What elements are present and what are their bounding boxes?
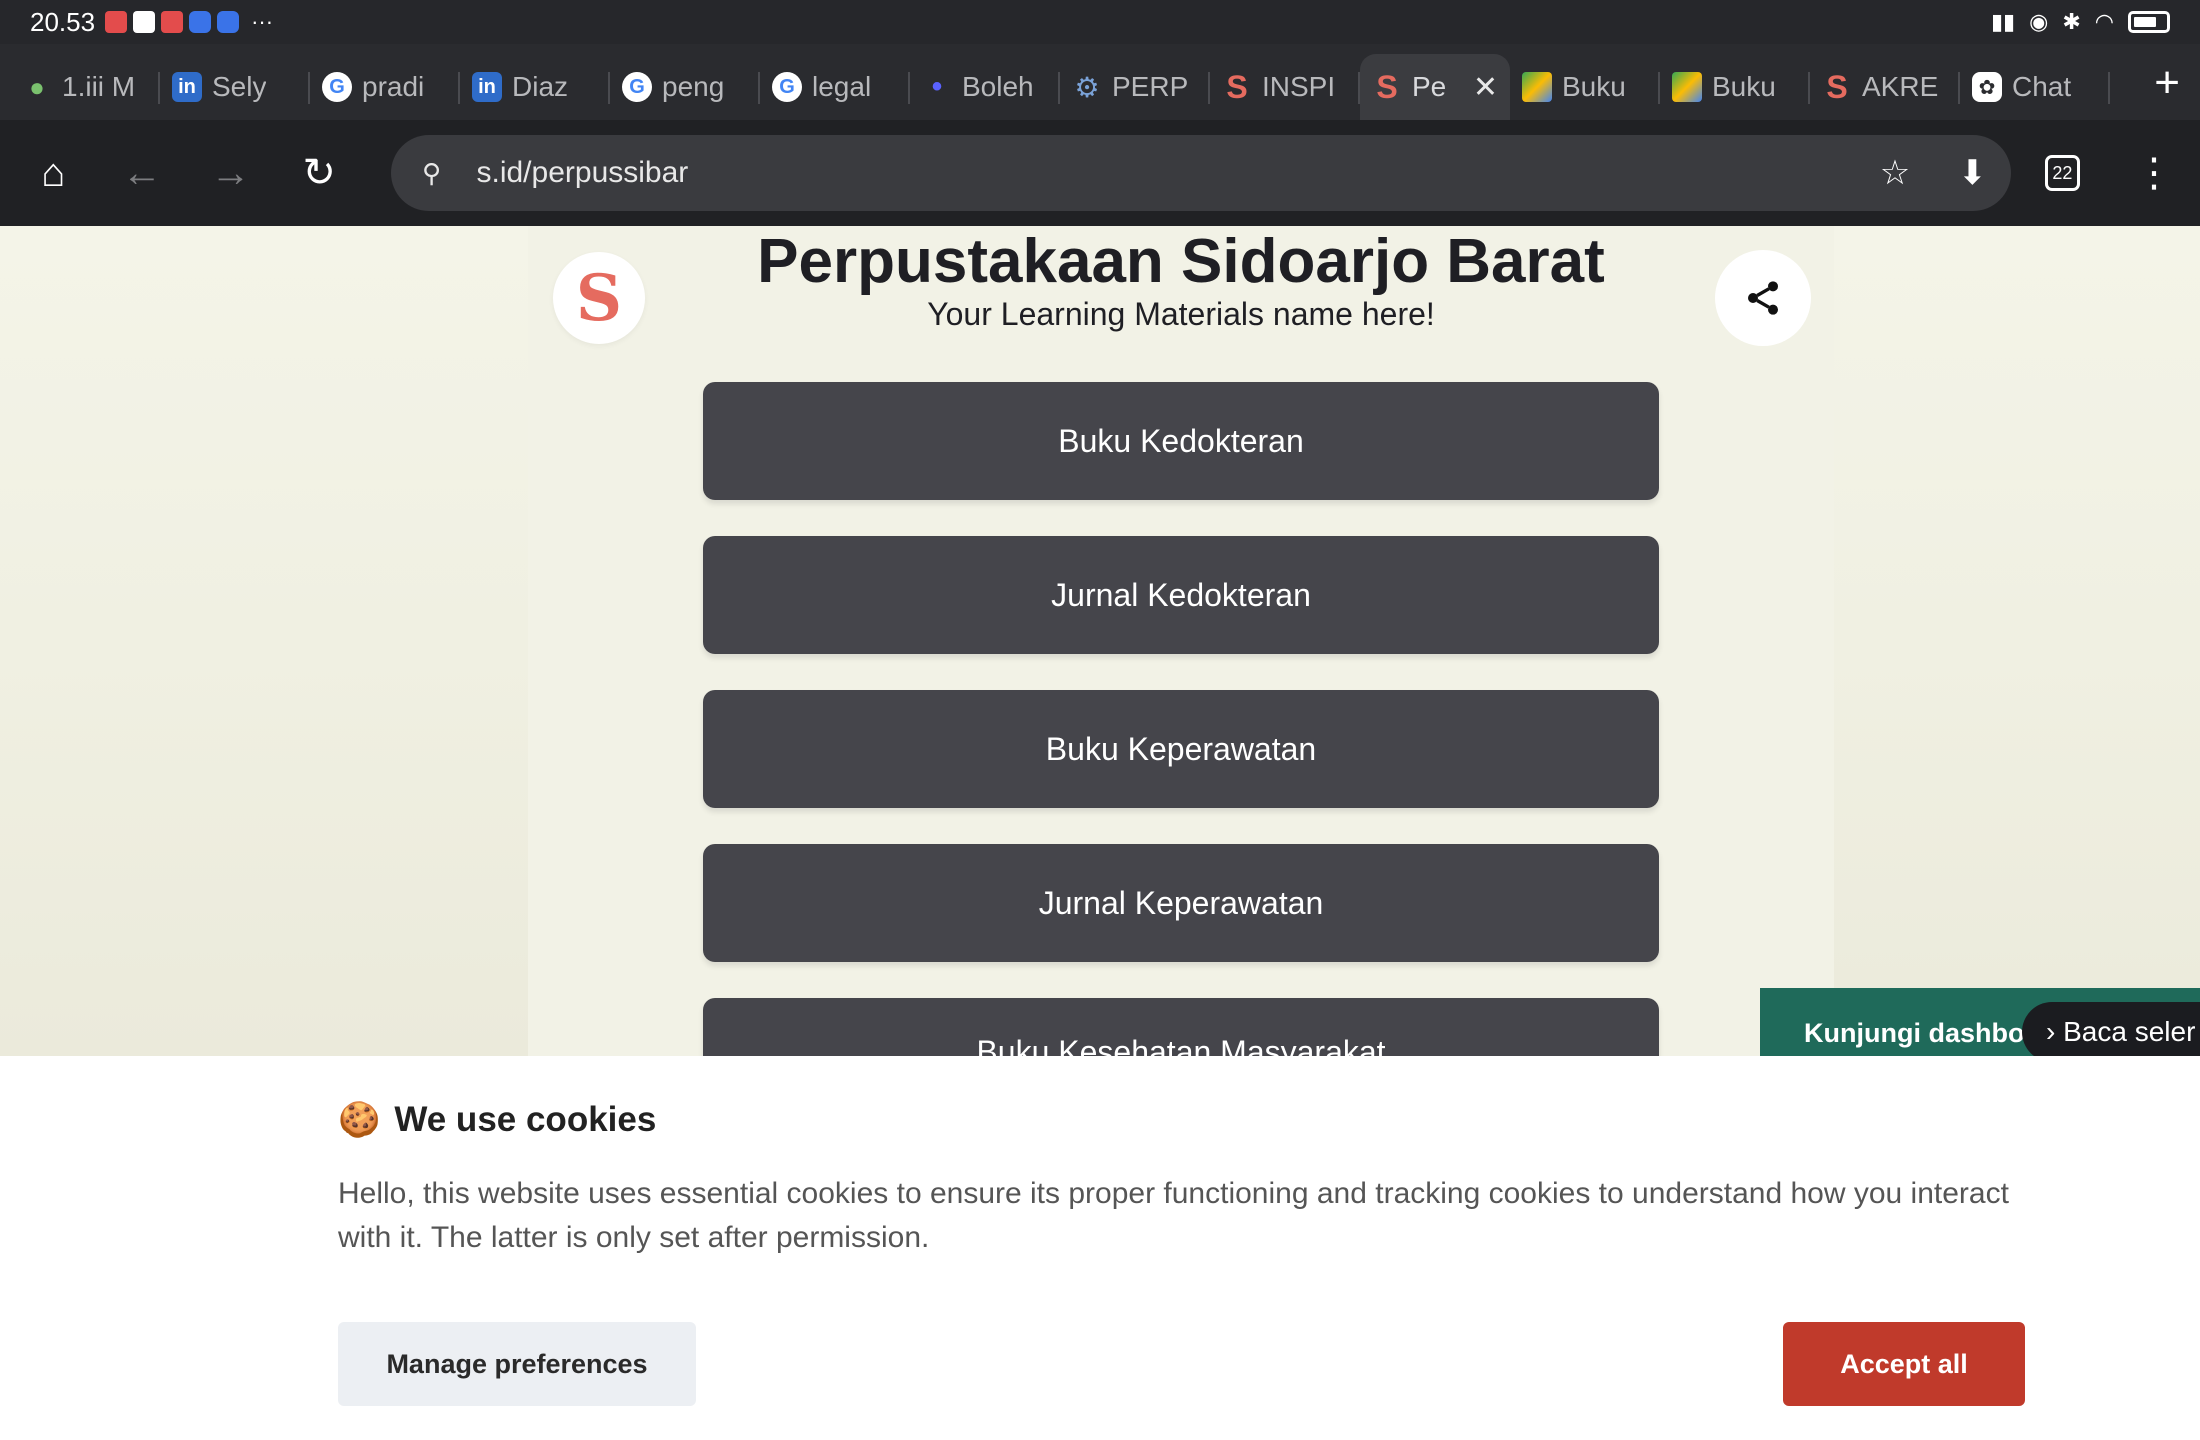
browser-tab[interactable]: ⚙ PERP	[1060, 54, 1210, 120]
leaf-icon: ●	[29, 71, 45, 102]
notification-app-icon	[105, 11, 128, 33]
browser-tab-strip: ● 1.iii M in Sely G pradi in Diaz G peng…	[0, 44, 2200, 120]
browser-tab[interactable]: S AKRE	[1810, 54, 1960, 120]
browser-toolbar: ⌂ ← → ↻ ⚲ s.id/perpussibar ☆ ⬇ 22 ⋮	[0, 120, 2200, 226]
new-tab-plus-icon[interactable]: +	[2154, 58, 2180, 108]
tab-label: Boleh	[962, 71, 1034, 102]
wifi-icon: ◠	[2094, 9, 2114, 34]
tab-label: 1.iii M	[62, 71, 136, 102]
tab-label: legal	[812, 71, 872, 102]
tab-label: Sely	[212, 71, 267, 102]
link-button-jurnal-keperawatan[interactable]: Jurnal Keperawatan	[703, 844, 1659, 962]
tab-label: Pe	[1412, 71, 1447, 102]
chatgpt-icon: ✿	[1972, 72, 2002, 102]
status-time: 20.53	[30, 6, 96, 37]
profile-logo: S	[553, 252, 645, 344]
link-button-buku-kesehatan-masyarakat[interactable]: Buku Kesehatan Masyarakat	[703, 998, 1659, 1056]
browser-tab[interactable]: G peng	[610, 54, 760, 120]
drive-icon	[1522, 72, 1552, 102]
home-icon[interactable]: ⌂	[26, 145, 81, 201]
s-logo-icon: S	[575, 260, 623, 336]
page-subtitle: Your Learning Materials name here!	[927, 296, 1435, 332]
forward-arrow-icon[interactable]: →	[203, 145, 258, 201]
s-link-icon: S	[1376, 68, 1398, 105]
browser-tab[interactable]: in Sely	[160, 54, 310, 120]
manage-preferences-button[interactable]: Manage preferences	[338, 1322, 696, 1406]
browser-tab[interactable]: Buku	[1660, 54, 1810, 120]
tab-label: Buku	[1712, 71, 1776, 102]
mail-icon	[133, 11, 156, 33]
cookie-icon: 🍪	[338, 1101, 381, 1139]
linkedin-icon: in	[472, 72, 502, 102]
tab-label: AKRE	[1862, 71, 1939, 102]
site-settings-icon[interactable]: ⚲	[415, 156, 449, 190]
cookie-title: We use cookies	[394, 1100, 657, 1139]
promo-banner[interactable]: Kunjungi dashboard › Baca seler	[1760, 988, 2200, 1056]
close-icon[interactable]: ✕	[1473, 70, 1498, 105]
browser-tab[interactable]: Buku	[1510, 54, 1660, 120]
tab-label: INSPI	[1262, 71, 1336, 102]
dot-icon: •	[931, 70, 943, 103]
browser-tab[interactable]: ✿ Chat	[1960, 54, 2110, 120]
share-icon	[1748, 281, 1778, 315]
tab-label: pradi	[362, 71, 425, 102]
tab-label: Chat	[2012, 71, 2072, 102]
cookie-description: Hello, this website uses essential cooki…	[338, 1177, 2009, 1254]
back-arrow-icon[interactable]: ←	[115, 145, 170, 201]
web-page: Perpustakaan Sidoarjo Barat Your Learnin…	[0, 226, 2200, 1056]
drive-icon	[1672, 72, 1702, 102]
cookie-title-row: 🍪 We use cookies	[338, 1100, 656, 1140]
eye-comfort-icon: ◉	[2029, 9, 2049, 34]
reload-icon[interactable]: ↻	[292, 145, 347, 201]
system-icons: ▮▮ ◉ ✱ ◠	[1991, 9, 2170, 35]
notification-app-icon	[161, 11, 184, 33]
address-bar[interactable]: ⚲ s.id/perpussibar ☆ ⬇	[390, 135, 2011, 211]
accept-all-button[interactable]: Accept all	[1783, 1322, 2025, 1406]
browser-tab[interactable]: • Boleh	[910, 54, 1060, 120]
browser-tab[interactable]: G pradi	[310, 54, 460, 120]
browser-tab[interactable]: S INSPI	[1210, 54, 1360, 120]
tab-switcher-button[interactable]: 22	[2044, 155, 2081, 191]
bluetooth-icon: ✱	[2062, 9, 2081, 34]
link-button-jurnal-kedokteran[interactable]: Jurnal Kedokteran	[703, 536, 1659, 654]
page-title: Perpustakaan Sidoarjo Barat	[757, 227, 1605, 296]
cookie-banner: 🍪 We use cookies Hello, this website use…	[0, 1056, 2200, 1440]
browser-icon	[217, 11, 240, 33]
link-list: Buku Kedokteran Jurnal Kedokteran Buku K…	[703, 382, 1659, 1056]
tab-label: Diaz	[512, 71, 569, 102]
browser-tab[interactable]: G legal	[760, 54, 910, 120]
battery-icon	[2128, 11, 2170, 33]
link-button-buku-kedokteran[interactable]: Buku Kedokteran	[703, 382, 1659, 500]
google-icon: G	[622, 72, 652, 102]
more-notifications-icon: ···	[251, 9, 274, 34]
system-status-bar: 20.53 ··· ▮▮ ◉ ✱ ◠	[0, 0, 2200, 44]
link-button-buku-keperawatan[interactable]: Buku Keperawatan	[703, 690, 1659, 808]
download-icon[interactable]: ⬇	[1958, 153, 1987, 193]
menu-kebab-icon[interactable]: ⋮	[2134, 150, 2174, 196]
tab-label: peng	[662, 71, 725, 102]
browser-tab-active[interactable]: S Pe ✕	[1360, 54, 1510, 120]
notification-icons: ···	[105, 9, 273, 35]
promo-pill-button[interactable]: › Baca seler	[2022, 1002, 2200, 1056]
google-icon: G	[322, 72, 352, 102]
browser-tab[interactable]: ● 1.iii M	[10, 54, 160, 120]
vpn-icon	[189, 11, 212, 33]
reading-mode-icon: ▮▮	[1990, 9, 2016, 34]
tab-label: PERP	[1112, 71, 1189, 102]
google-icon: G	[772, 72, 802, 102]
browser-tab[interactable]: in Diaz	[460, 54, 610, 120]
tab-label: Buku	[1562, 71, 1626, 102]
url-text[interactable]: s.id/perpussibar	[477, 156, 689, 190]
share-button[interactable]	[1715, 250, 1811, 346]
linkedin-icon: in	[172, 72, 202, 102]
bookmark-star-icon[interactable]: ☆	[1880, 153, 1910, 193]
s-link-icon: S	[1826, 68, 1848, 105]
s-link-icon: S	[1226, 68, 1248, 105]
gear-icon: ⚙	[1074, 71, 1100, 103]
